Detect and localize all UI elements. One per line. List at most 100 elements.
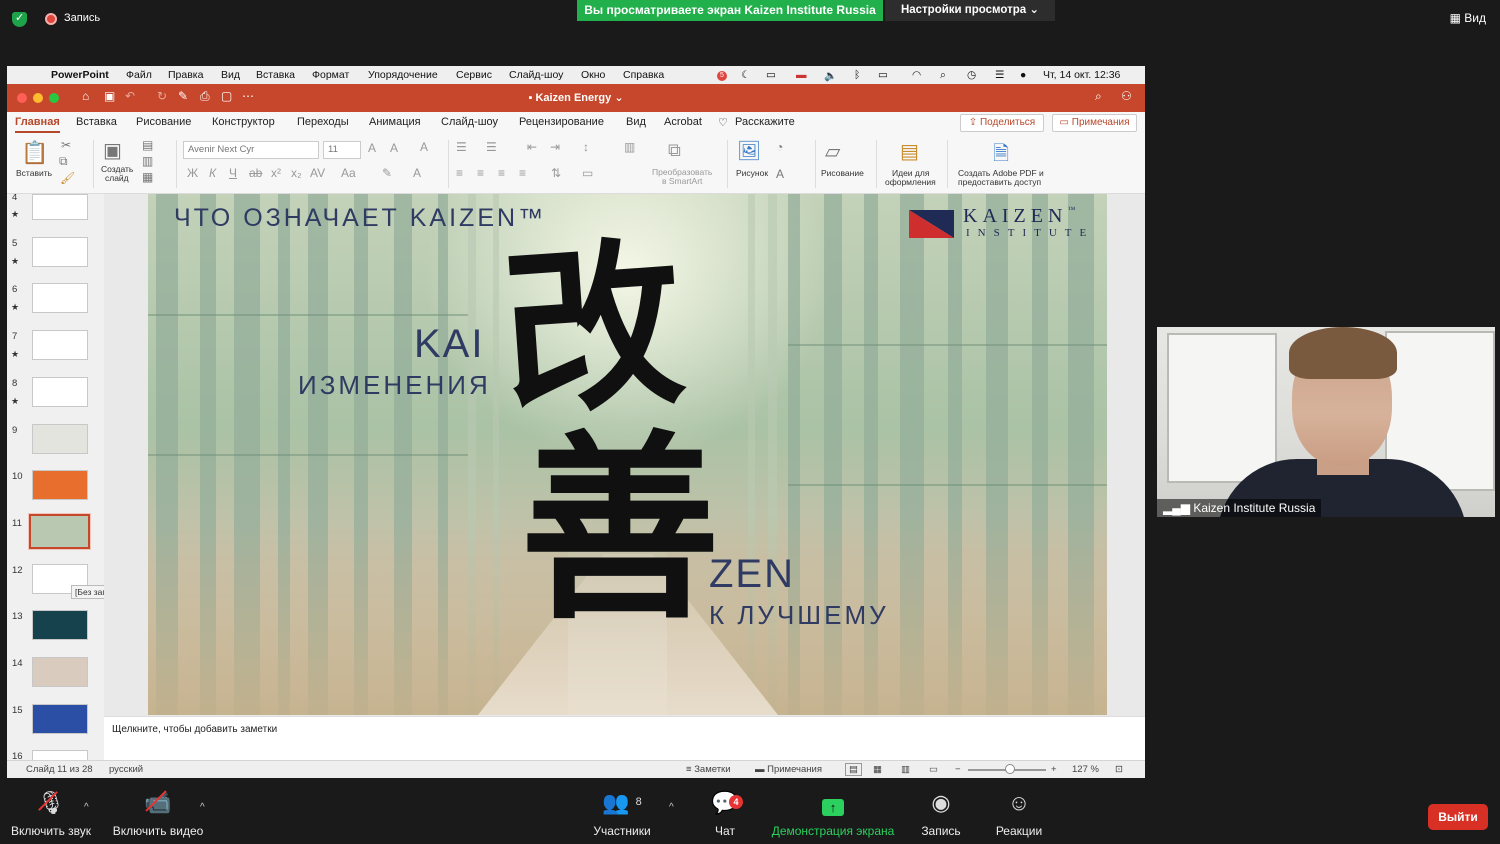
comments-toggle[interactable]: ▬ Примечания bbox=[755, 764, 822, 775]
shapes-icon[interactable]: ◔ bbox=[776, 140, 783, 154]
tab-slideshow[interactable]: Слайд-шоу bbox=[441, 116, 498, 128]
menu-slideshow[interactable]: Слайд-шоу bbox=[509, 69, 563, 81]
highlight-icon[interactable]: ✎ bbox=[382, 166, 392, 180]
menu-window[interactable]: Окно bbox=[581, 69, 605, 81]
menu-tools[interactable]: Сервис bbox=[456, 69, 492, 81]
control-center-icon[interactable]: ☰ bbox=[995, 69, 1004, 81]
slide-thumbnail-10[interactable] bbox=[32, 470, 88, 500]
text-direction-icon[interactable]: ⇅ bbox=[551, 166, 561, 180]
align-left-icon[interactable]: ≡ bbox=[456, 166, 463, 180]
menu-arrange[interactable]: Упорядочение bbox=[368, 69, 438, 81]
start-video-button[interactable]: 📹 Включить видео bbox=[110, 780, 206, 838]
decrease-font-icon[interactable]: A bbox=[390, 141, 398, 155]
tab-review[interactable]: Рецензирование bbox=[519, 116, 604, 128]
align-right-icon[interactable]: ≡ bbox=[498, 166, 505, 180]
superscript-icon[interactable]: x² bbox=[271, 166, 281, 180]
tab-tell-me[interactable]: Расскажите bbox=[735, 116, 795, 128]
slide-thumbnail-15[interactable] bbox=[32, 704, 88, 734]
comments-button[interactable]: ▭ Примечания bbox=[1052, 114, 1137, 132]
align-center-icon[interactable]: ≡ bbox=[477, 166, 484, 180]
paste-icon[interactable]: 📋 bbox=[21, 140, 48, 166]
justify-icon[interactable]: ≡ bbox=[519, 166, 526, 180]
tab-home[interactable]: Главная bbox=[15, 116, 60, 133]
current-slide[interactable]: ЧТО ОЗНАЧАЕТ KAIZEN™ KAIZEN™ INSTITUTE K… bbox=[148, 194, 1107, 715]
change-case-icon[interactable]: Aa bbox=[341, 166, 356, 180]
bluetooth-icon[interactable]: ᛒ bbox=[854, 69, 860, 81]
keyboard-layout-icon[interactable]: ▬ bbox=[796, 69, 807, 81]
menu-view[interactable]: Вид bbox=[221, 69, 240, 81]
notes-pane[interactable]: Щелкните, чтобы добавить заметки bbox=[104, 716, 1145, 760]
tab-animations[interactable]: Анимация bbox=[369, 116, 421, 128]
tab-draw[interactable]: Рисование bbox=[136, 116, 191, 128]
language-indicator[interactable]: русский bbox=[109, 764, 143, 775]
leave-meeting-button[interactable]: Выйти bbox=[1428, 804, 1488, 830]
tab-design[interactable]: Конструктор bbox=[212, 116, 275, 128]
font-size-select[interactable]: 11 bbox=[323, 141, 361, 159]
normal-view-icon[interactable]: ▤ bbox=[845, 763, 862, 776]
columns-icon[interactable]: ▥ bbox=[624, 140, 635, 154]
align-text-icon[interactable]: ▭ bbox=[582, 166, 593, 180]
reset-icon[interactable]: ▥ bbox=[142, 154, 153, 168]
menu-edit[interactable]: Правка bbox=[168, 69, 203, 81]
wifi-icon[interactable]: ◠ bbox=[912, 69, 921, 81]
view-button[interactable]: ▦ Вид bbox=[1450, 11, 1486, 25]
share-screen-button[interactable]: ↑ Демонстрация экрана bbox=[768, 780, 898, 838]
design-ideas-icon[interactable]: ▤ bbox=[900, 139, 919, 164]
bullets-icon[interactable]: ☰ bbox=[456, 140, 467, 154]
chat-button[interactable]: 💬 Чат bbox=[705, 780, 745, 838]
moon-icon[interactable]: ☾ bbox=[741, 69, 750, 81]
section-icon[interactable]: ▦ bbox=[142, 170, 153, 184]
volume-icon[interactable]: 🔈 bbox=[824, 69, 837, 82]
numbering-icon[interactable]: ☰ bbox=[486, 140, 497, 154]
menu-file[interactable]: Файл bbox=[126, 69, 152, 81]
display-icon[interactable]: ▭ bbox=[766, 69, 776, 81]
subscript-icon[interactable]: x₂ bbox=[291, 166, 302, 180]
slide-thumbnail-5[interactable] bbox=[32, 237, 88, 267]
zoom-level[interactable]: 127 % bbox=[1072, 764, 1099, 775]
menu-help[interactable]: Справка bbox=[623, 69, 664, 81]
layout-icon[interactable]: ▤ bbox=[142, 138, 153, 152]
format-painter-icon[interactable]: 🖌 bbox=[60, 171, 75, 185]
drawing-icon[interactable]: ▱ bbox=[825, 139, 840, 164]
spotlight-search-icon[interactable]: ⌕ bbox=[940, 69, 946, 82]
strike-icon[interactable]: ab bbox=[249, 166, 262, 180]
menu-clock[interactable]: Чт, 14 окт. 12:36 bbox=[1043, 69, 1120, 81]
unmute-button[interactable]: 🎙 Включить звук bbox=[8, 780, 94, 838]
line-spacing-icon[interactable]: ↕ bbox=[583, 140, 589, 154]
record-button[interactable]: ◉ Запись bbox=[916, 780, 966, 838]
menu-app[interactable]: PowerPoint bbox=[51, 69, 109, 81]
textbox-icon[interactable]: A bbox=[776, 167, 784, 181]
copy-icon[interactable]: ⧉ bbox=[59, 154, 68, 169]
zoom-in-icon[interactable]: + bbox=[1051, 764, 1057, 775]
slide-thumbnail-11[interactable] bbox=[29, 514, 90, 549]
siri-icon[interactable]: ● bbox=[1020, 69, 1026, 81]
italic-icon[interactable]: К bbox=[209, 166, 216, 180]
slide-sorter-icon[interactable]: ▦ bbox=[873, 764, 882, 775]
search-icon[interactable]: ⌕ bbox=[1095, 89, 1102, 104]
reactions-button[interactable]: ☺ Реакции bbox=[992, 780, 1046, 838]
tab-acrobat[interactable]: Acrobat bbox=[664, 116, 702, 128]
increase-font-icon[interactable]: A bbox=[368, 141, 376, 155]
slide-thumbnail-8[interactable] bbox=[32, 377, 88, 407]
slide-thumbnail-13[interactable] bbox=[32, 610, 88, 640]
slide-thumbnail-4[interactable] bbox=[32, 194, 88, 220]
view-settings-button[interactable]: Настройки просмотра ⌄ bbox=[885, 0, 1055, 21]
new-slide-icon[interactable]: ▣ bbox=[103, 138, 122, 163]
share-people-icon[interactable]: ⚇ bbox=[1121, 89, 1132, 103]
time-machine-icon[interactable]: ◷ bbox=[967, 69, 976, 81]
share-button[interactable]: ⇪ Поделиться bbox=[960, 114, 1044, 132]
tab-insert[interactable]: Вставка bbox=[76, 116, 117, 128]
chevron-down-icon[interactable]: ⌄ bbox=[614, 92, 623, 104]
underline-icon[interactable]: Ч bbox=[229, 166, 237, 180]
slideshow-view-icon[interactable]: ▭ bbox=[929, 764, 938, 775]
slide-thumbnail-14[interactable] bbox=[32, 657, 88, 687]
menu-format[interactable]: Формат bbox=[312, 69, 349, 81]
participants-button[interactable]: 👥 8 Участники bbox=[590, 780, 654, 838]
zoom-out-icon[interactable]: − bbox=[955, 764, 961, 775]
picture-icon[interactable]: 🖼 bbox=[737, 139, 761, 163]
slide-thumbnail-6[interactable] bbox=[32, 283, 88, 313]
slide-thumbnail-9[interactable] bbox=[32, 424, 88, 454]
tab-view[interactable]: Вид bbox=[626, 116, 646, 128]
fit-slide-icon[interactable]: ⊡ bbox=[1115, 764, 1123, 775]
participants-options-chevron-icon[interactable]: ^ bbox=[669, 802, 674, 813]
